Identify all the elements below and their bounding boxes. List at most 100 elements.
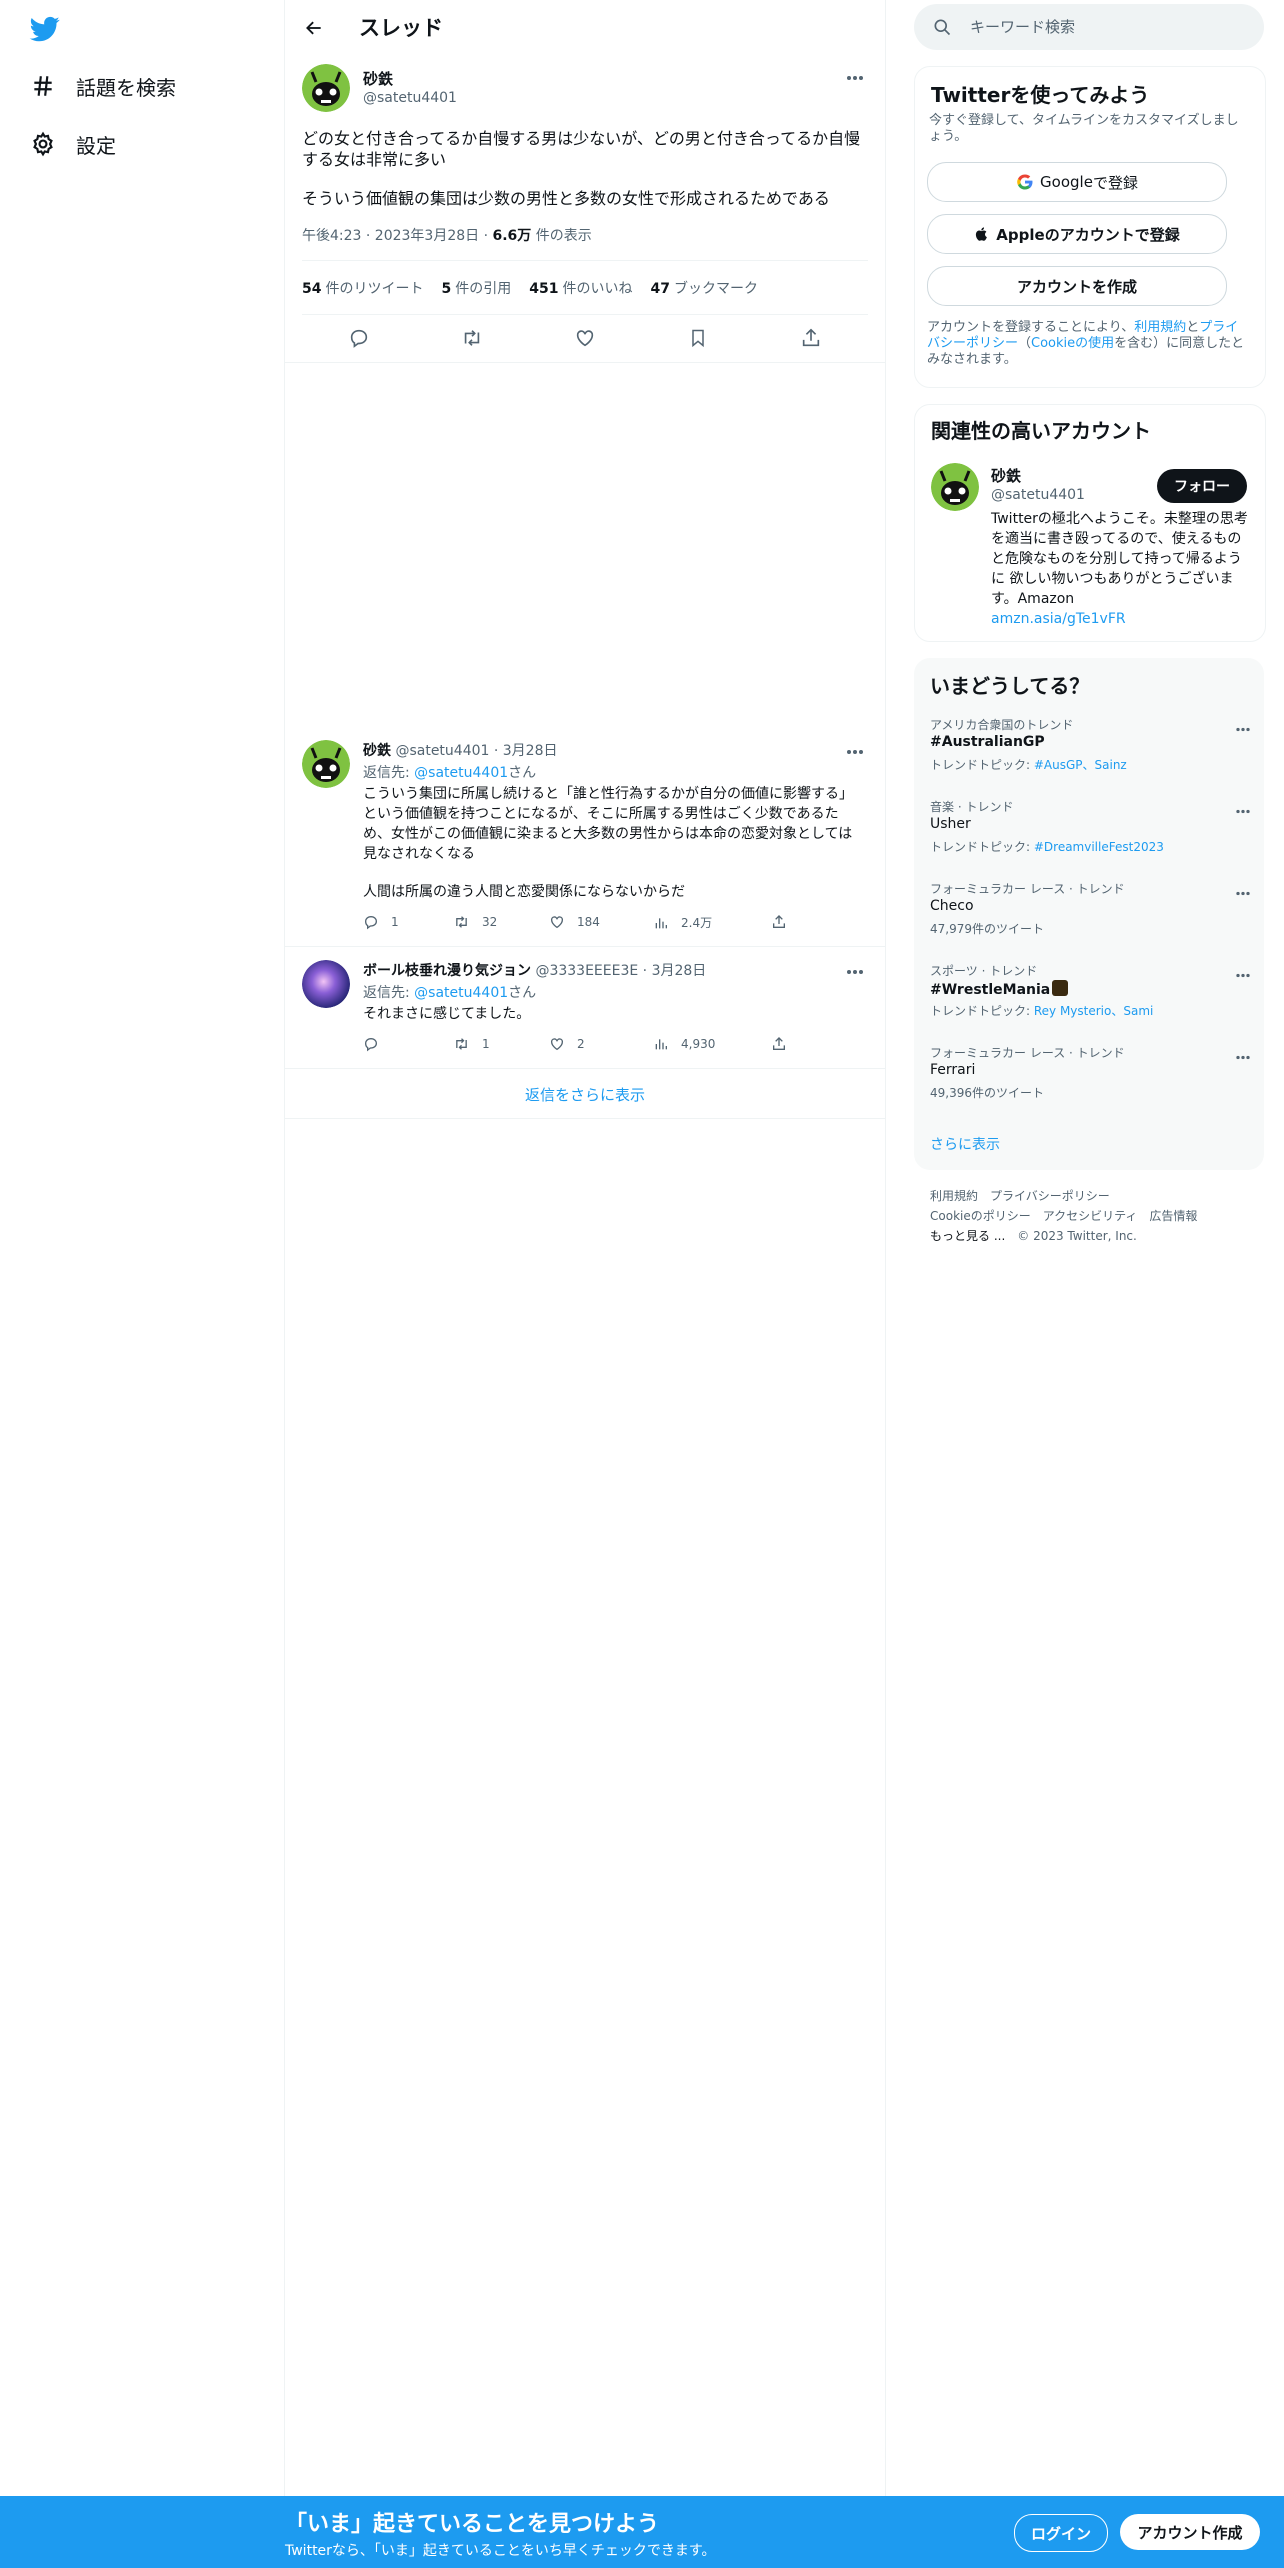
reply-to-link[interactable]: @satetu4401 [414, 985, 508, 1001]
trend-topic-links[interactable]: #DreamvilleFest2023 [1034, 840, 1164, 854]
more-dots-icon [1236, 891, 1250, 895]
account-name[interactable]: 砂鉄 [991, 465, 1021, 486]
footer-accessibility-link[interactable]: アクセシビリティ [1043, 1209, 1138, 1223]
footer-cookie-link[interactable]: Cookieのポリシー [930, 1209, 1031, 1223]
hashtag-icon [28, 71, 58, 101]
more-options-button[interactable] [841, 738, 869, 766]
signup-button[interactable]: アカウント作成 [1120, 2514, 1260, 2550]
tweet-actions [302, 318, 868, 358]
more-options-button[interactable] [1230, 1044, 1256, 1070]
trend-subtitle: トレンドトピック: Rey Mysterio、Sami [930, 1004, 1154, 1018]
related-accounts-card: 関連性の高いアカウント 砂鉄 @satetu4401 フォロー Twitterの… [914, 404, 1266, 642]
bio-link[interactable]: amzn.asia/gTe1vFR [991, 611, 1126, 627]
trend-item[interactable]: アメリカ合衆国のトレンド #AustralianGP トレンドトピック: #Au… [930, 716, 1250, 786]
account-handle[interactable]: @satetu4401 [991, 487, 1085, 503]
google-signup-button[interactable]: Google で登録 [927, 162, 1227, 202]
retweet-button[interactable]: 1 [453, 1036, 490, 1052]
views-button[interactable]: 2.4万 [653, 914, 712, 931]
tweet-stats: 54 件のリツイート 5 件の引用 451 件のいいね 47 ブックマーク [302, 278, 758, 298]
bar-chart-icon [655, 1039, 667, 1050]
view-label: 件の表示 [531, 228, 592, 244]
author-name[interactable]: 砂鉄 [363, 68, 393, 89]
reply-author[interactable]: ボール枝垂れ漫り気ジョン @3333EEEE3E · 3月28日 [363, 960, 706, 980]
retweet-button[interactable]: 32 [453, 914, 497, 930]
like-button[interactable]: 2 [549, 1036, 585, 1052]
share-button[interactable] [793, 320, 829, 356]
reply-button[interactable] [341, 320, 377, 356]
footer-terms-link[interactable]: 利用規約 [930, 1189, 978, 1203]
trend-topic-links[interactable]: Rey Mysterio、Sami [1034, 1004, 1154, 1018]
reply-tweet[interactable]: ボール枝垂れ漫り気ジョン @3333EEEE3E · 3月28日 返信先: @s… [285, 950, 885, 1069]
tweet-time[interactable]: 午後4:23 · 2023年3月28日 · [302, 228, 493, 244]
trend-item[interactable]: 音楽 · トレンド Usher トレンドトピック: #DreamvilleFes… [930, 798, 1250, 868]
search-input[interactable] [968, 17, 1252, 37]
trend-topic-links[interactable]: #AusGP、Sainz [1034, 758, 1127, 772]
trend-subtitle: トレンドトピック: #AusGP、Sainz [930, 758, 1127, 772]
footer-more-link[interactable]: もっと見る ... [930, 1229, 1005, 1243]
follow-button[interactable]: フォロー [1157, 469, 1247, 503]
tweet-text: 人間は所属の違う人間と恋愛関係にならないからだ [363, 884, 685, 900]
nav-settings[interactable]: 設定 [28, 124, 116, 164]
trend-item[interactable]: フォーミュラカー レース · トレンド Ferrari 49,396件のツイート [930, 1044, 1250, 1114]
reply-tweet[interactable]: 砂鉄 @satetu4401 · 3月28日 返信先: @satetu4401さ… [285, 730, 885, 947]
gear-icon [28, 129, 58, 159]
twitter-bird-icon[interactable] [28, 14, 62, 44]
apple-signup-button[interactable]: Appleのアカウントで登録 [927, 214, 1227, 254]
quote-count[interactable]: 5 件の引用 [441, 278, 511, 298]
bookmark-button[interactable] [680, 320, 716, 356]
trend-name: Ferrari [930, 1062, 976, 1078]
footer-ads-link[interactable]: 広告情報 [1149, 1209, 1197, 1223]
login-button[interactable]: ログイン [1014, 2514, 1108, 2552]
more-options-button[interactable] [1230, 880, 1256, 906]
bar-chart-icon [655, 917, 667, 928]
reply-button[interactable]: 1 [363, 914, 399, 930]
create-account-button[interactable]: アカウントを作成 [927, 266, 1227, 306]
like-button[interactable]: 184 [549, 914, 600, 930]
more-dots-icon [1236, 727, 1250, 731]
cookie-link[interactable]: Cookieの使用 [1031, 336, 1114, 351]
more-options-button[interactable] [1230, 798, 1256, 824]
footer-privacy-link[interactable]: プライバシーポリシー [990, 1189, 1110, 1203]
trend-subtitle: トレンドトピック: #DreamvilleFest2023 [930, 840, 1164, 854]
avatar[interactable] [302, 740, 350, 788]
signup-card: Twitterを使ってみよう 今すぐ登録して、タイムラインをカスタマイズしましょ… [914, 66, 1266, 388]
like-count[interactable]: 451 件のいいね [529, 278, 632, 298]
back-button[interactable] [297, 11, 331, 45]
avatar[interactable] [302, 960, 350, 1008]
trend-item[interactable]: スポーツ · トレンド #WrestleMania トレンドトピック: Rey … [930, 962, 1250, 1032]
retweet-button[interactable] [454, 320, 490, 356]
avatar[interactable] [931, 463, 979, 511]
reply-to-link[interactable]: @satetu4401 [414, 765, 508, 781]
divider [285, 1068, 885, 1069]
like-button[interactable] [567, 320, 603, 356]
share-button[interactable] [771, 1036, 787, 1052]
terms-link[interactable]: 利用規約 [1134, 320, 1186, 335]
divider [302, 314, 868, 315]
avatar[interactable] [302, 64, 350, 112]
retweet-count[interactable]: 54 件のリツイート [302, 278, 423, 298]
search-box[interactable] [914, 4, 1264, 50]
divider [285, 946, 885, 947]
reply-author[interactable]: 砂鉄 @satetu4401 · 3月28日 [363, 740, 558, 760]
more-options-button[interactable] [1230, 962, 1256, 988]
show-more-trends-link[interactable]: さらに表示 [930, 1134, 1000, 1154]
nav-explore[interactable]: 話題を検索 [28, 66, 176, 106]
show-more-replies-link[interactable]: 返信をさらに表示 [285, 1070, 885, 1119]
apple-signup-label: Appleのアカウントで登録 [996, 225, 1180, 244]
author-handle[interactable]: @satetu4401 [363, 90, 457, 106]
thread-header: スレッド [285, 0, 885, 54]
share-button[interactable] [771, 914, 787, 930]
trend-item[interactable]: フォーミュラカー レース · トレンド Checo 47,979件のツイート [930, 880, 1250, 950]
views-button[interactable]: 4,930 [653, 1036, 715, 1052]
footer-links: 利用規約 プライバシーポリシー Cookieのポリシー アクセシビリティ 広告情報 も… [930, 1186, 1250, 1246]
divider [285, 362, 885, 363]
bookmark-count[interactable]: 47 ブックマーク [650, 278, 757, 298]
retweet-icon [456, 916, 467, 928]
retweet-icon [456, 1038, 467, 1050]
more-options-button[interactable] [841, 64, 869, 92]
more-options-button[interactable] [1230, 716, 1256, 742]
trend-name: #AustralianGP [930, 734, 1045, 750]
page-title: スレッド [359, 16, 443, 40]
more-options-button[interactable] [841, 958, 869, 986]
reply-button[interactable] [363, 1036, 391, 1052]
